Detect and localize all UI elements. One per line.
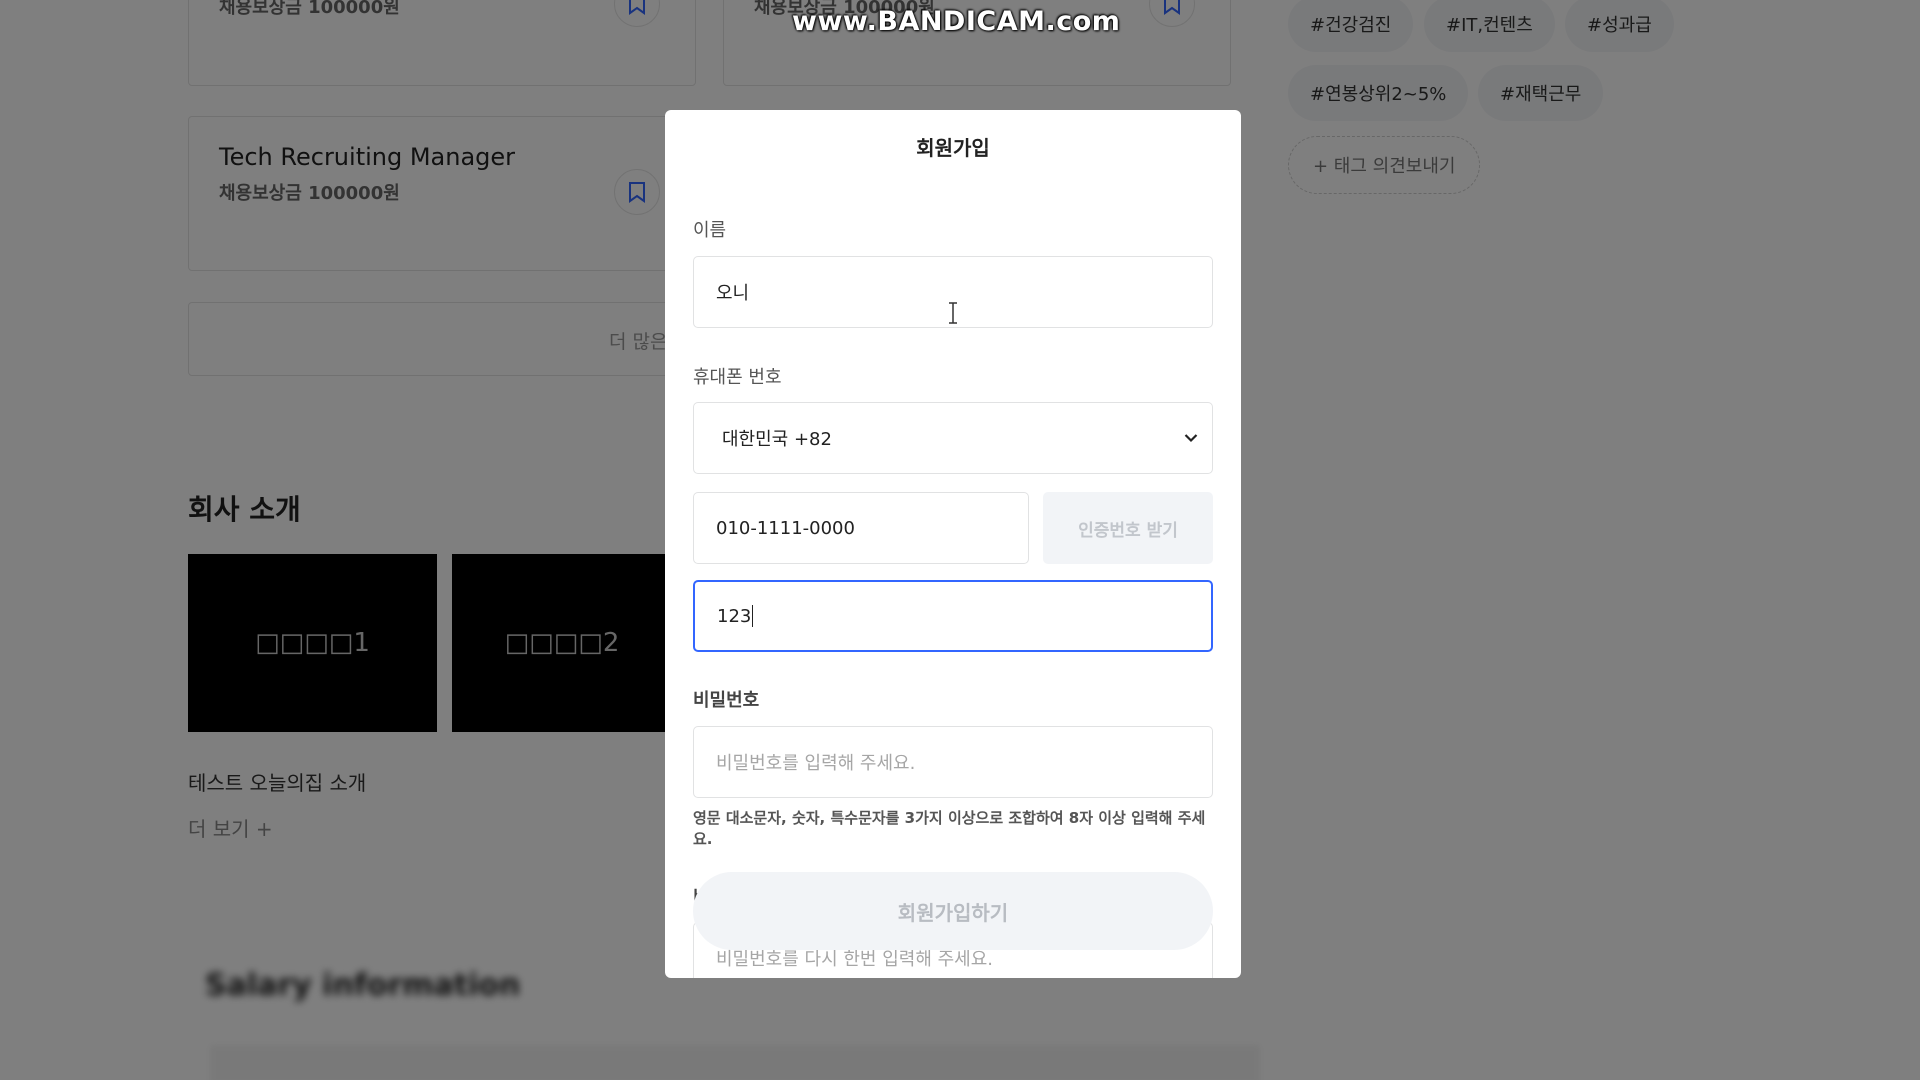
verification-code-value: 123 xyxy=(717,605,752,627)
signup-submit-button[interactable]: 회원가입하기 xyxy=(693,872,1213,950)
password-hint: 영문 대소문자, 숫자, 특수문자를 3가지 이상으로 조합하여 8자 이상 입… xyxy=(693,809,1206,848)
text-cursor-icon xyxy=(949,302,957,324)
chevron-down-icon xyxy=(1184,427,1198,448)
get-verification-code-button[interactable]: 인증번호 받기 xyxy=(1043,492,1213,564)
modal-title: 회원가입 xyxy=(916,136,990,160)
signup-modal: 회원가입 이름 오니 휴대폰 번호 대한민국 +82 010-1111-0000… xyxy=(665,110,1241,978)
password-placeholder: 비밀번호를 입력해 주세요. xyxy=(716,753,916,774)
phone-number-input[interactable]: 010-1111-0000 xyxy=(693,492,1029,564)
name-label: 이름 xyxy=(693,220,727,241)
country-value: 대한민국 +82 xyxy=(722,429,832,450)
phone-label: 휴대폰 번호 xyxy=(693,367,782,388)
recording-watermark: www.BANDICAM.com xyxy=(792,6,1121,37)
country-select[interactable]: 대한민국 +82 xyxy=(693,402,1213,474)
verification-code-input[interactable]: 123 xyxy=(693,580,1213,652)
password-input[interactable]: 비밀번호를 입력해 주세요. xyxy=(693,726,1213,798)
phone-number-value: 010-1111-0000 xyxy=(716,517,855,539)
name-value: 오니 xyxy=(716,283,750,304)
text-caret xyxy=(752,605,754,627)
password-label: 비밀번호 xyxy=(693,690,760,711)
